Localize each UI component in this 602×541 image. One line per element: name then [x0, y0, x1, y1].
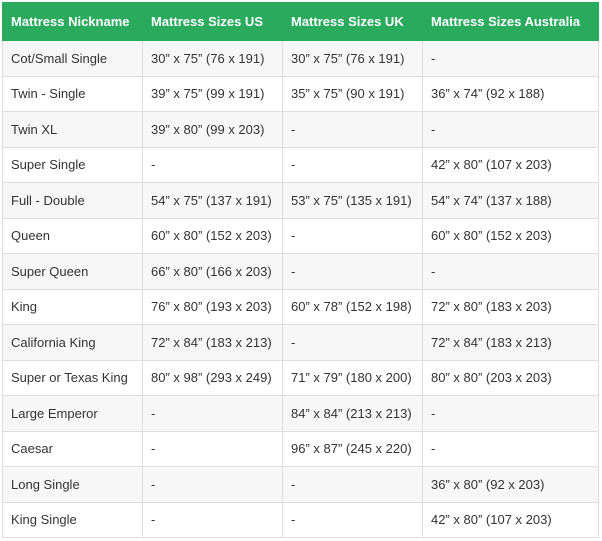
- cell-nickname: Super Queen: [2, 253, 143, 290]
- mattress-size-table-container: Mattress Nickname Mattress Sizes US Matt…: [2, 2, 599, 538]
- table-row: Super Single - - 42” x 80” (107 x 203): [2, 146, 599, 183]
- header-sizes-uk: Mattress Sizes UK: [282, 2, 423, 41]
- cell-size-uk: 96” x 87” (245 x 220): [282, 430, 423, 467]
- table-row: Long Single - - 36” x 80” (92 x 203): [2, 466, 599, 503]
- cell-size-australia: 72” x 80” (183 x 203): [422, 288, 599, 325]
- cell-size-uk: -: [282, 466, 423, 503]
- table-row: Full - Double 54” x 75” (137 x 191) 53” …: [2, 182, 599, 219]
- header-row: Mattress Nickname Mattress Sizes US Matt…: [2, 2, 599, 41]
- header-sizes-us: Mattress Sizes US: [142, 2, 283, 41]
- table-row: Large Emperor - 84” x 84” (213 x 213) -: [2, 395, 599, 432]
- cell-nickname: Twin XL: [2, 111, 143, 148]
- header-sizes-australia: Mattress Sizes Australia: [422, 2, 599, 41]
- cell-size-us: 39” x 80” (99 x 203): [142, 111, 283, 148]
- cell-nickname: Long Single: [2, 466, 143, 503]
- cell-nickname: Queen: [2, 217, 143, 254]
- table-row: California King 72” x 84” (183 x 213) - …: [2, 324, 599, 361]
- cell-size-us: 66” x 80” (166 x 203): [142, 253, 283, 290]
- table-row: King 76” x 80” (193 x 203) 60” x 78” (15…: [2, 288, 599, 325]
- cell-size-australia: -: [422, 111, 599, 148]
- cell-size-us: 72” x 84” (183 x 213): [142, 324, 283, 361]
- table-row: Super Queen 66” x 80” (166 x 203) - -: [2, 253, 599, 290]
- cell-nickname: Full - Double: [2, 182, 143, 219]
- cell-size-uk: 60” x 78” (152 x 198): [282, 288, 423, 325]
- mattress-size-table: Mattress Nickname Mattress Sizes US Matt…: [2, 2, 599, 538]
- cell-size-australia: 80” x 80” (203 x 203): [422, 359, 599, 396]
- cell-size-us: 30” x 75” (76 x 191): [142, 40, 283, 77]
- table-row: Super or Texas King 80” x 98” (293 x 249…: [2, 359, 599, 396]
- table-body: Cot/Small Single 30” x 75” (76 x 191) 30…: [2, 40, 599, 538]
- cell-size-us: -: [142, 146, 283, 183]
- cell-size-australia: -: [422, 430, 599, 467]
- table-row: Twin - Single 39” x 75” (99 x 191) 35” x…: [2, 75, 599, 112]
- cell-size-us: 76” x 80” (193 x 203): [142, 288, 283, 325]
- cell-size-uk: -: [282, 111, 423, 148]
- cell-size-uk: -: [282, 146, 423, 183]
- cell-size-australia: 36” x 80” (92 x 203): [422, 466, 599, 503]
- cell-size-us: -: [142, 501, 283, 538]
- cell-size-australia: 42” x 80” (107 x 203): [422, 146, 599, 183]
- table-row: Queen 60” x 80” (152 x 203) - 60” x 80” …: [2, 217, 599, 254]
- cell-nickname: Twin - Single: [2, 75, 143, 112]
- cell-size-australia: 72” x 84” (183 x 213): [422, 324, 599, 361]
- cell-nickname: California King: [2, 324, 143, 361]
- cell-size-uk: 30” x 75” (76 x 191): [282, 40, 423, 77]
- cell-size-australia: -: [422, 253, 599, 290]
- cell-size-uk: 71” x 79” (180 x 200): [282, 359, 423, 396]
- cell-size-australia: 42” x 80” (107 x 203): [422, 501, 599, 538]
- cell-size-uk: 84” x 84” (213 x 213): [282, 395, 423, 432]
- cell-size-australia: -: [422, 40, 599, 77]
- cell-nickname: King Single: [2, 501, 143, 538]
- cell-size-uk: -: [282, 501, 423, 538]
- cell-size-us: -: [142, 430, 283, 467]
- cell-size-us: 54” x 75” (137 x 191): [142, 182, 283, 219]
- cell-size-uk: -: [282, 217, 423, 254]
- table-row: King Single - - 42” x 80” (107 x 203): [2, 501, 599, 538]
- cell-size-uk: -: [282, 324, 423, 361]
- cell-size-uk: -: [282, 253, 423, 290]
- table-row: Caesar - 96” x 87” (245 x 220) -: [2, 430, 599, 467]
- cell-nickname: Super or Texas King: [2, 359, 143, 396]
- cell-size-us: 60” x 80” (152 x 203): [142, 217, 283, 254]
- cell-size-us: 39” x 75” (99 x 191): [142, 75, 283, 112]
- cell-size-us: 80” x 98” (293 x 249): [142, 359, 283, 396]
- cell-nickname: Large Emperor: [2, 395, 143, 432]
- cell-nickname: Super Single: [2, 146, 143, 183]
- cell-size-uk: 35” x 75” (90 x 191): [282, 75, 423, 112]
- cell-size-australia: 36” x 74” (92 x 188): [422, 75, 599, 112]
- cell-size-uk: 53” x 75” (135 x 191): [282, 182, 423, 219]
- cell-size-australia: 60” x 80” (152 x 203): [422, 217, 599, 254]
- cell-size-us: -: [142, 395, 283, 432]
- header-nickname: Mattress Nickname: [2, 2, 143, 41]
- table-row: Twin XL 39” x 80” (99 x 203) - -: [2, 111, 599, 148]
- table-row: Cot/Small Single 30” x 75” (76 x 191) 30…: [2, 40, 599, 77]
- table-header: Mattress Nickname Mattress Sizes US Matt…: [2, 2, 599, 41]
- cell-nickname: Cot/Small Single: [2, 40, 143, 77]
- cell-nickname: Caesar: [2, 430, 143, 467]
- cell-nickname: King: [2, 288, 143, 325]
- cell-size-us: -: [142, 466, 283, 503]
- cell-size-australia: 54” x 74” (137 x 188): [422, 182, 599, 219]
- cell-size-australia: -: [422, 395, 599, 432]
